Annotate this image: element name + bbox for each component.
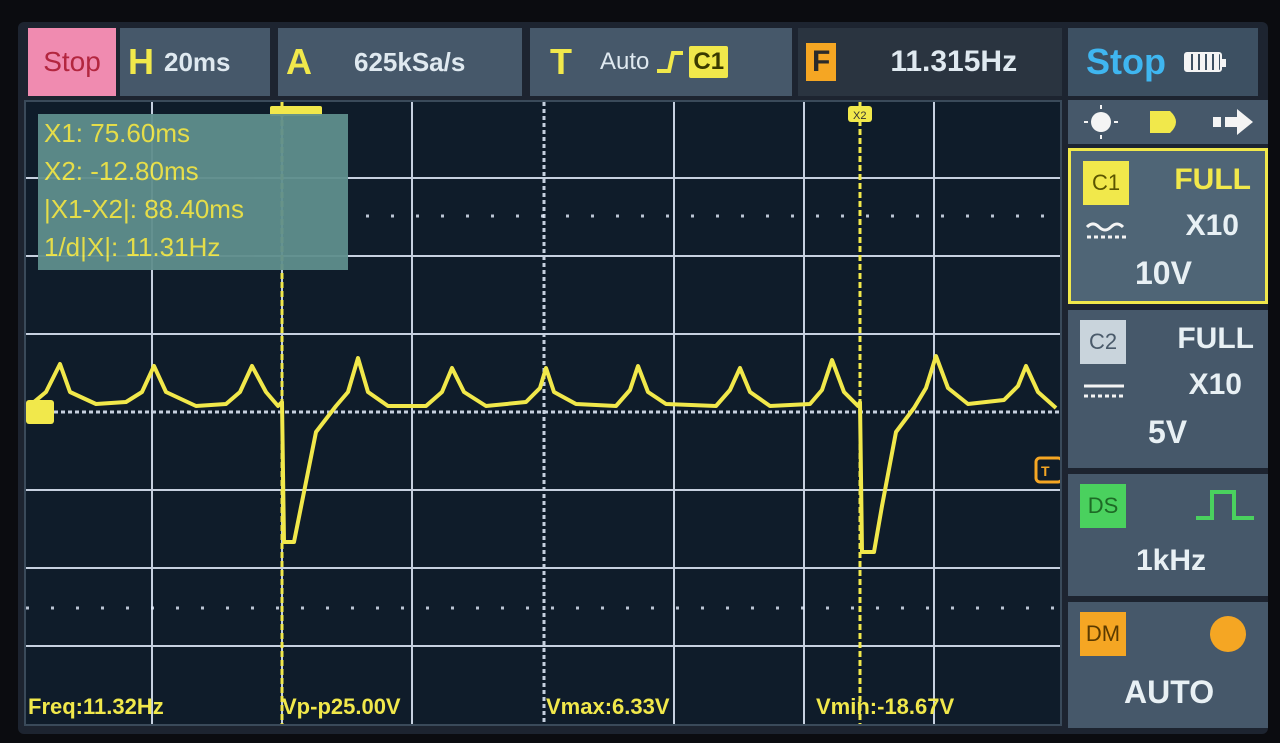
trigger-setting[interactable]: T Auto C1	[530, 28, 792, 96]
frequency-key: F	[806, 43, 837, 81]
record-icon[interactable]	[1146, 105, 1186, 139]
dc-coupling-icon	[1084, 384, 1124, 398]
timebase-value: 20ms	[164, 46, 231, 77]
trigger-source-chip: C1	[689, 46, 729, 78]
run-stop-button[interactable]: Stop	[28, 28, 116, 96]
square-wave-icon	[1196, 490, 1254, 520]
cursor-inverse-readout: 1/d|X|: 11.31Hz	[44, 232, 221, 262]
measurement-vpp: Vp-p25.00V	[282, 694, 401, 719]
brightness-icon[interactable]	[1081, 105, 1121, 139]
channel-1-probe: X10	[1185, 209, 1239, 242]
channel-2-card[interactable]: C2 FULL X10 5V	[1068, 310, 1268, 468]
rising-edge-icon	[657, 51, 684, 73]
channel-2-probe: X10	[1188, 368, 1242, 401]
quick-icons-row	[1068, 100, 1268, 144]
channel-1-chip: C1	[1083, 161, 1129, 205]
measurement-frequency: Freq:11.32Hz	[28, 694, 164, 719]
waveform-display[interactable]: X2 T X1: 75.60ms X2: -12.80ms |X1-X2|: 8…	[24, 100, 1062, 726]
display-mode-card[interactable]: DM AUTO	[1068, 602, 1268, 728]
display-mode-value: AUTO	[1124, 674, 1215, 710]
acquisition-key: A	[286, 41, 312, 82]
svg-text:T: T	[1041, 463, 1050, 479]
auto-mode-icon	[1210, 616, 1246, 652]
channel-1-ground-marker	[26, 400, 54, 424]
frequency-readout: F 11.315Hz	[798, 28, 1062, 96]
cursor-x2-readout: X2: -12.80ms	[44, 156, 199, 186]
signal-generator-card[interactable]: DS 1kHz	[1068, 474, 1268, 596]
battery-icon	[1183, 52, 1226, 72]
channel-1-volts-div: 10V	[1135, 255, 1192, 291]
frequency-value: 11.315Hz	[890, 45, 1018, 78]
trigger-key: T	[550, 41, 572, 82]
trigger-mode: Auto	[600, 48, 650, 75]
right-panel: C1 FULL X10 10V C2 FULL X10 5V DS 1kHz D…	[1068, 100, 1268, 734]
status-text: Stop	[1086, 41, 1166, 82]
horizontal-key: H	[128, 41, 154, 82]
channel-2-bandwidth: FULL	[1177, 322, 1254, 355]
ac-coupling-icon	[1085, 222, 1127, 239]
measurement-vmax: Vmax:6.33V	[546, 694, 670, 719]
top-bar: Stop H 20ms A 625kSa/s T Auto C1 F 11.31…	[22, 28, 1262, 96]
channel-1-card[interactable]: C1 FULL X10 10V	[1068, 148, 1268, 304]
sample-rate-value: 625kSa/s	[354, 46, 466, 77]
horizontal-timebase[interactable]: H 20ms	[120, 28, 270, 96]
channel-1-bandwidth: FULL	[1174, 163, 1251, 196]
cursor-x1-readout: X1: 75.60ms	[44, 118, 190, 148]
cursor-delta-readout: |X1-X2|: 88.40ms	[44, 194, 244, 224]
channel-2-chip: C2	[1080, 320, 1126, 364]
cursor-readout-panel: X1: 75.60ms X2: -12.80ms |X1-X2|: 88.40m…	[38, 114, 348, 270]
display-mode-chip: DM	[1080, 612, 1126, 656]
signal-generator-chip: DS	[1080, 484, 1126, 528]
measurement-vmin: Vmin:-18.67V	[816, 694, 955, 719]
status-indicator: Stop	[1068, 28, 1258, 96]
signal-generator-frequency: 1kHz	[1136, 544, 1207, 577]
channel-2-volts-div: 5V	[1148, 414, 1188, 450]
arrow-right-icon[interactable]	[1211, 105, 1255, 139]
acquisition-setting[interactable]: A 625kSa/s	[278, 28, 522, 96]
cursor-x2-marker-label: X2	[853, 110, 866, 122]
